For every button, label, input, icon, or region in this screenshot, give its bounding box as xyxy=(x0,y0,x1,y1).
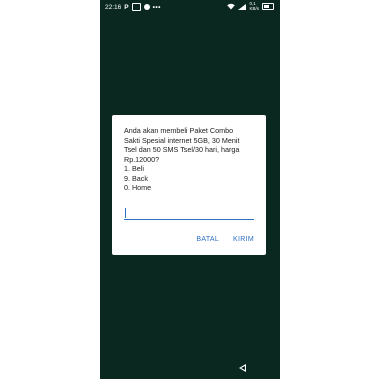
back-icon[interactable] xyxy=(239,364,246,372)
send-button[interactable]: KIRIM xyxy=(233,236,254,243)
box-icon xyxy=(131,3,141,11)
status-right: 0,1 KB/s xyxy=(227,1,274,11)
parking-icon: P xyxy=(124,3,129,11)
status-left: 22:16 P ••• xyxy=(105,3,161,11)
navigation-bar xyxy=(100,357,280,379)
clock: 22:16 xyxy=(105,3,122,11)
battery-icon xyxy=(262,3,274,10)
dialog-actions: BATAL KIRIM xyxy=(196,236,254,243)
more-notifications-icon: ••• xyxy=(152,3,161,11)
ussd-message: Anda akan membeli Paket Combo Sakti Spes… xyxy=(124,126,240,192)
text-cursor xyxy=(125,208,126,218)
signal-icon xyxy=(238,3,247,10)
cancel-button[interactable]: BATAL xyxy=(196,236,219,243)
net-speed: 0,1 KB/s xyxy=(249,1,259,11)
net-speed-unit: KB/s xyxy=(249,5,259,11)
reply-input[interactable] xyxy=(124,207,254,220)
status-bar: 22:16 P ••• 0,1 KB/s xyxy=(100,0,280,14)
wifi-icon xyxy=(227,3,236,10)
messenger-icon xyxy=(143,4,150,10)
ussd-dialog: Anda akan membeli Paket Combo Sakti Spes… xyxy=(112,115,266,255)
phone-screen: 22:16 P ••• 0,1 KB/s Anda akan membeli P… xyxy=(100,0,280,379)
